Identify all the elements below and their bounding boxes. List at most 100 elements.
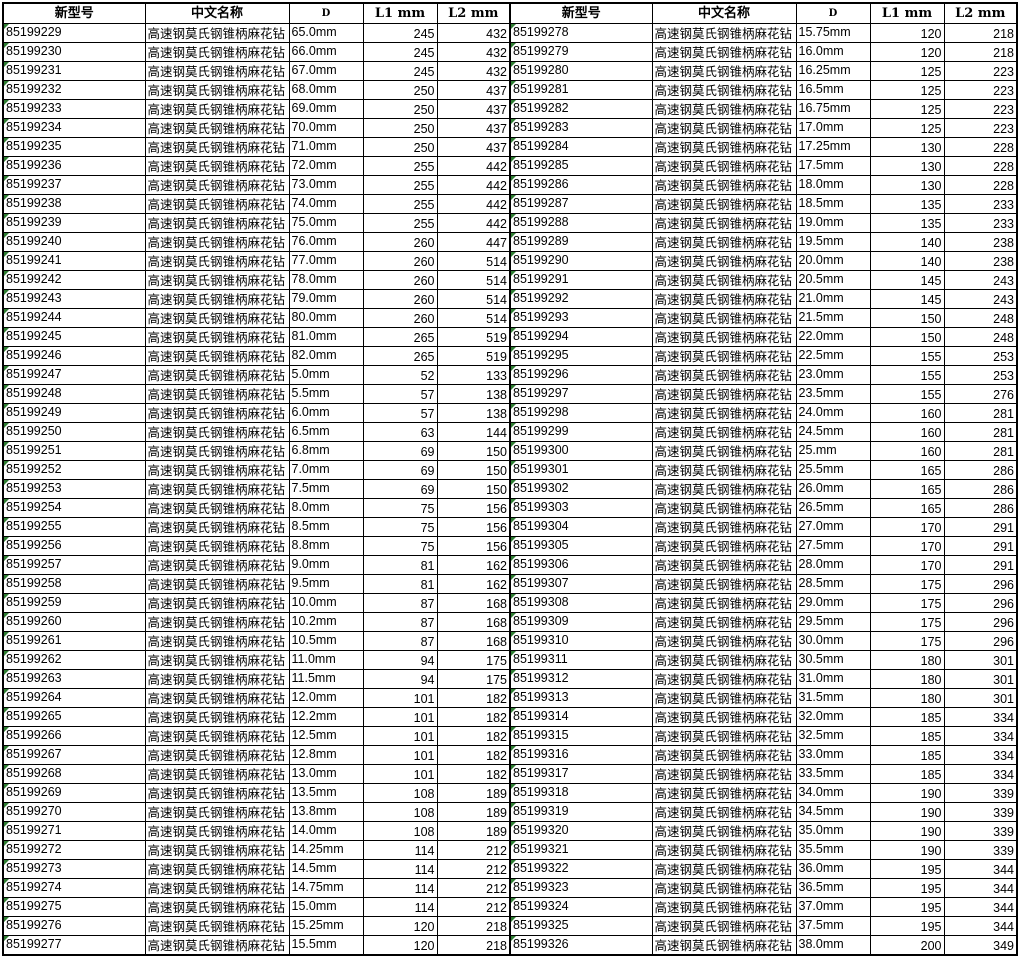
l2-cell-right: 339 bbox=[943, 783, 1018, 803]
name-cell-left: 高速钢莫氏钢锥柄麻花钻 bbox=[144, 175, 290, 195]
table-row: 85199239 高速钢莫氏钢锥柄麻花钻 75.0mm 255 442 85199288 高… bbox=[2, 213, 1018, 233]
diameter-cell-left: 13.5mm bbox=[288, 783, 364, 803]
name-cell-right: 高速钢莫氏钢锥柄麻花钻 bbox=[651, 308, 797, 328]
l1-cell-left: 101 bbox=[362, 688, 438, 708]
l1-cell-right: 155 bbox=[869, 346, 945, 366]
l2-cell-right: 296 bbox=[943, 631, 1018, 651]
l2-cell-right: 291 bbox=[943, 517, 1018, 537]
table-row: 85199267 高速钢莫氏钢锥柄麻花钻 12.8mm 101 182 85199316 高… bbox=[2, 745, 1018, 765]
table-row: 85199237 高速钢莫氏钢锥柄麻花钻 73.0mm 255 442 85199286 高… bbox=[2, 175, 1018, 195]
l1-cell-left: 120 bbox=[362, 916, 438, 936]
model-cell-left: 85199261 bbox=[2, 631, 146, 651]
l2-cell-left: 212 bbox=[436, 878, 511, 898]
model-cell-left: 85199258 bbox=[2, 574, 146, 594]
diameter-cell-left: 68.0mm bbox=[288, 80, 364, 100]
name-cell-right: 高速钢莫氏钢锥柄麻花钻 bbox=[651, 460, 797, 480]
name-cell-left: 高速钢莫氏钢锥柄麻花钻 bbox=[144, 156, 290, 176]
diameter-cell-right: 28.0mm bbox=[795, 555, 871, 575]
name-cell-left: 高速钢莫氏钢锥柄麻花钻 bbox=[144, 42, 290, 62]
name-cell-right: 高速钢莫氏钢锥柄麻花钻 bbox=[651, 650, 797, 670]
name-cell-left: 高速钢莫氏钢锥柄麻花钻 bbox=[144, 118, 290, 138]
table-row: 85199276 高速钢莫氏钢锥柄麻花钻 15.25mm 120 218 85199325… bbox=[2, 916, 1018, 936]
diameter-cell-left: 8.5mm bbox=[288, 517, 364, 537]
l1-cell-right: 180 bbox=[869, 688, 945, 708]
l1-cell-left: 69 bbox=[362, 479, 438, 499]
l2-cell-right: 243 bbox=[943, 270, 1018, 290]
table-row: 85199240 高速钢莫氏钢锥柄麻花钻 76.0mm 260 447 85199289 高… bbox=[2, 232, 1018, 252]
l2-cell-left: 182 bbox=[436, 688, 511, 708]
l1-cell-right: 195 bbox=[869, 897, 945, 917]
l2-cell-right: 339 bbox=[943, 821, 1018, 841]
l1-cell-left: 250 bbox=[362, 99, 438, 119]
l2-cell-left: 168 bbox=[436, 631, 511, 651]
diameter-cell-right: 17.5mm bbox=[795, 156, 871, 176]
l2-cell-right: 228 bbox=[943, 156, 1018, 176]
name-cell-left: 高速钢莫氏钢锥柄麻花钻 bbox=[144, 574, 290, 594]
name-cell-right: 高速钢莫氏钢锥柄麻花钻 bbox=[651, 878, 797, 898]
table-row: 85199261 高速钢莫氏钢锥柄麻花钻 10.5mm 87 168 85199310 高速… bbox=[2, 631, 1018, 651]
model-cell-right: 85199317 bbox=[509, 764, 653, 784]
model-cell-left: 85199267 bbox=[2, 745, 146, 765]
l1-cell-right: 170 bbox=[869, 536, 945, 556]
name-cell-right: 高速钢莫氏钢锥柄麻花钻 bbox=[651, 23, 797, 43]
name-cell-left: 高速钢莫氏钢锥柄麻花钻 bbox=[144, 194, 290, 214]
model-cell-right: 85199280 bbox=[509, 61, 653, 81]
name-cell-right: 高速钢莫氏钢锥柄麻花钻 bbox=[651, 80, 797, 100]
diameter-cell-right: 32.0mm bbox=[795, 707, 871, 727]
table-row: 85199274 高速钢莫氏钢锥柄麻花钻 14.75mm 114 212 85199323… bbox=[2, 878, 1018, 898]
l2-cell-left: 162 bbox=[436, 555, 511, 575]
diameter-cell-right: 30.5mm bbox=[795, 650, 871, 670]
l1-cell-left: 81 bbox=[362, 555, 438, 575]
l2-cell-left: 514 bbox=[436, 251, 511, 271]
diameter-cell-left: 10.5mm bbox=[288, 631, 364, 651]
l1-cell-left: 101 bbox=[362, 764, 438, 784]
l1-cell-left: 87 bbox=[362, 631, 438, 651]
model-cell-left: 85199236 bbox=[2, 156, 146, 176]
name-cell-right: 高速钢莫氏钢锥柄麻花钻 bbox=[651, 764, 797, 784]
l2-cell-right: 291 bbox=[943, 536, 1018, 556]
l2-cell-left: 432 bbox=[436, 42, 511, 62]
name-cell-left: 高速钢莫氏钢锥柄麻花钻 bbox=[144, 80, 290, 100]
table-row: 85199229 高速钢莫氏钢锥柄麻花钻 65.0mm 245 432 85199278 高… bbox=[2, 23, 1018, 43]
l1-cell-left: 260 bbox=[362, 308, 438, 328]
l1-cell-right: 130 bbox=[869, 137, 945, 157]
l2-cell-left: 156 bbox=[436, 536, 511, 556]
l2-cell-left: 442 bbox=[436, 175, 511, 195]
model-cell-right: 85199304 bbox=[509, 517, 653, 537]
model-cell-left: 85199277 bbox=[2, 935, 146, 956]
l1-cell-left: 94 bbox=[362, 669, 438, 689]
table-row: 85199269 高速钢莫氏钢锥柄麻花钻 13.5mm 108 189 85199318 高… bbox=[2, 783, 1018, 803]
model-cell-right: 85199326 bbox=[509, 935, 653, 956]
l2-cell-right: 281 bbox=[943, 403, 1018, 423]
diameter-cell-right: 17.0mm bbox=[795, 118, 871, 138]
l2-cell-left: 519 bbox=[436, 327, 511, 347]
l1-cell-right: 140 bbox=[869, 232, 945, 252]
name-cell-left: 高速钢莫氏钢锥柄麻花钻 bbox=[144, 365, 290, 385]
name-cell-left: 高速钢莫氏钢锥柄麻花钻 bbox=[144, 935, 290, 956]
l1-cell-left: 94 bbox=[362, 650, 438, 670]
l2-cell-left: 442 bbox=[436, 194, 511, 214]
diameter-cell-right: 35.0mm bbox=[795, 821, 871, 841]
l1-cell-left: 108 bbox=[362, 783, 438, 803]
diameter-cell-right: 24.0mm bbox=[795, 403, 871, 423]
l1-cell-left: 265 bbox=[362, 346, 438, 366]
l2-cell-left: 442 bbox=[436, 213, 511, 233]
l2-cell-right: 344 bbox=[943, 897, 1018, 917]
diameter-cell-left: 82.0mm bbox=[288, 346, 364, 366]
model-cell-right: 85199287 bbox=[509, 194, 653, 214]
model-cell-right: 85199323 bbox=[509, 878, 653, 898]
l2-cell-left: 138 bbox=[436, 384, 511, 404]
model-cell-right: 85199300 bbox=[509, 441, 653, 461]
model-cell-right: 85199284 bbox=[509, 137, 653, 157]
name-cell-left: 高速钢莫氏钢锥柄麻花钻 bbox=[144, 593, 290, 613]
l1-cell-right: 170 bbox=[869, 517, 945, 537]
l2-cell-right: 276 bbox=[943, 384, 1018, 404]
diameter-cell-right: 31.5mm bbox=[795, 688, 871, 708]
model-cell-right: 85199296 bbox=[509, 365, 653, 385]
l2-cell-right: 243 bbox=[943, 289, 1018, 309]
header-l2-right: L2 mm bbox=[943, 2, 1018, 24]
diameter-cell-left: 15.25mm bbox=[288, 916, 364, 936]
l2-cell-right: 334 bbox=[943, 745, 1018, 765]
table-row: 85199272 高速钢莫氏钢锥柄麻花钻 14.25mm 114 212 85199321… bbox=[2, 840, 1018, 860]
model-cell-left: 85199250 bbox=[2, 422, 146, 442]
